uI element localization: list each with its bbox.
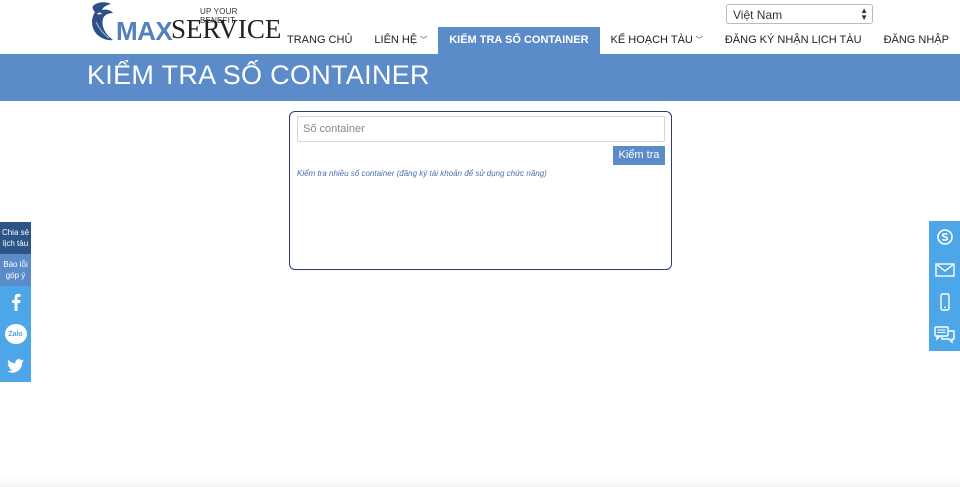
language-select[interactable]: Việt Nam ▲ ▼ [726,4,873,24]
share-label-line2: lịch tàu [2,239,29,248]
nav-item-check-container[interactable]: KIỂM TRA SỐ CONTAINER [438,27,600,54]
language-selected-value: Việt Nam [733,8,783,22]
container-check-panel: Kiểm tra Kiểm tra nhiều số container (đă… [289,111,672,270]
select-arrows-icon: ▲ ▼ [860,6,868,22]
zalo-icon: Zalo [4,324,27,344]
chevron-down-icon: ﹀ [420,37,428,44]
nav-item-home[interactable]: TRANG CHỦ [276,27,363,54]
nav-item-subscribe-schedule[interactable]: ĐĂNG KÝ NHẬN LỊCH TÀU [714,27,873,54]
nav-item-label: LIÊN HỆ [374,34,418,46]
facebook-share-button[interactable] [0,286,31,318]
twitter-share-button[interactable] [0,350,31,382]
right-contact-bar [929,221,960,351]
zalo-icon-text: Zalo [8,330,23,338]
logo-brand-max: MAX [116,16,173,46]
footer-shade [0,477,960,487]
skype-icon [936,229,953,246]
share-schedule-button[interactable]: Chia sẻ lịch tàu [0,222,31,254]
facebook-icon [11,293,20,311]
nav-item-label: KẾ HOẠCH TÀU [610,34,693,46]
nav-item-label: ĐĂNG KÝ NHẬN LỊCH TÀU [724,34,862,46]
chevron-down-icon: ﹀ [695,37,703,44]
container-number-input[interactable] [297,116,665,142]
site-logo[interactable]: UP YOUR BENEFIT MAX SERVICE [87,0,281,52]
page-banner: KIỂM TRA SỐ CONTAINER [0,54,960,101]
site-header: UP YOUR BENEFIT MAX SERVICE Việt Nam ▲ ▼ … [0,0,960,54]
nav-item-contact[interactable]: LIÊN HỆ ﹀ [363,27,438,54]
page-title: KIỂM TRA SỐ CONTAINER [87,60,430,90]
chat-contact-button[interactable] [929,318,960,351]
skype-contact-button[interactable] [929,221,960,254]
multi-check-link[interactable]: Kiểm tra nhiều số container (đăng ký tài… [297,169,547,178]
check-button[interactable]: Kiểm tra [613,146,665,165]
phone-contact-button[interactable] [929,286,960,319]
left-share-bar: Chia sẻ lịch tàu Báo lỗi góp ý Zalo [0,222,31,382]
nav-item-label: ĐĂNG NHẬP [883,34,949,46]
main-nav: TRANG CHỦ LIÊN HỆ ﹀ KIỂM TRA SỐ CONTAINE… [276,27,960,54]
report-feedback-button[interactable]: Báo lỗi góp ý [0,254,31,286]
nav-item-label: KIỂM TRA SỐ CONTAINER [449,34,589,46]
nav-item-label: TRANG CHỦ [287,34,353,46]
zalo-share-button[interactable]: Zalo [0,318,31,350]
twitter-icon [7,359,24,373]
nav-item-ship-schedule[interactable]: KẾ HOẠCH TÀU ﹀ [600,27,714,54]
mail-icon [934,263,955,277]
dragon-emblem-icon [92,2,113,41]
nav-item-login[interactable]: ĐĂNG NHẬP [873,27,960,54]
report-label-line2: góp ý [5,271,26,280]
report-label-line1: Báo lỗi [3,260,28,269]
phone-icon [939,293,950,311]
email-contact-button[interactable] [929,253,960,286]
chat-icon [933,326,955,344]
share-label-line1: Chia sẻ [1,228,30,237]
logo-brand-service: SERVICE [171,14,282,44]
